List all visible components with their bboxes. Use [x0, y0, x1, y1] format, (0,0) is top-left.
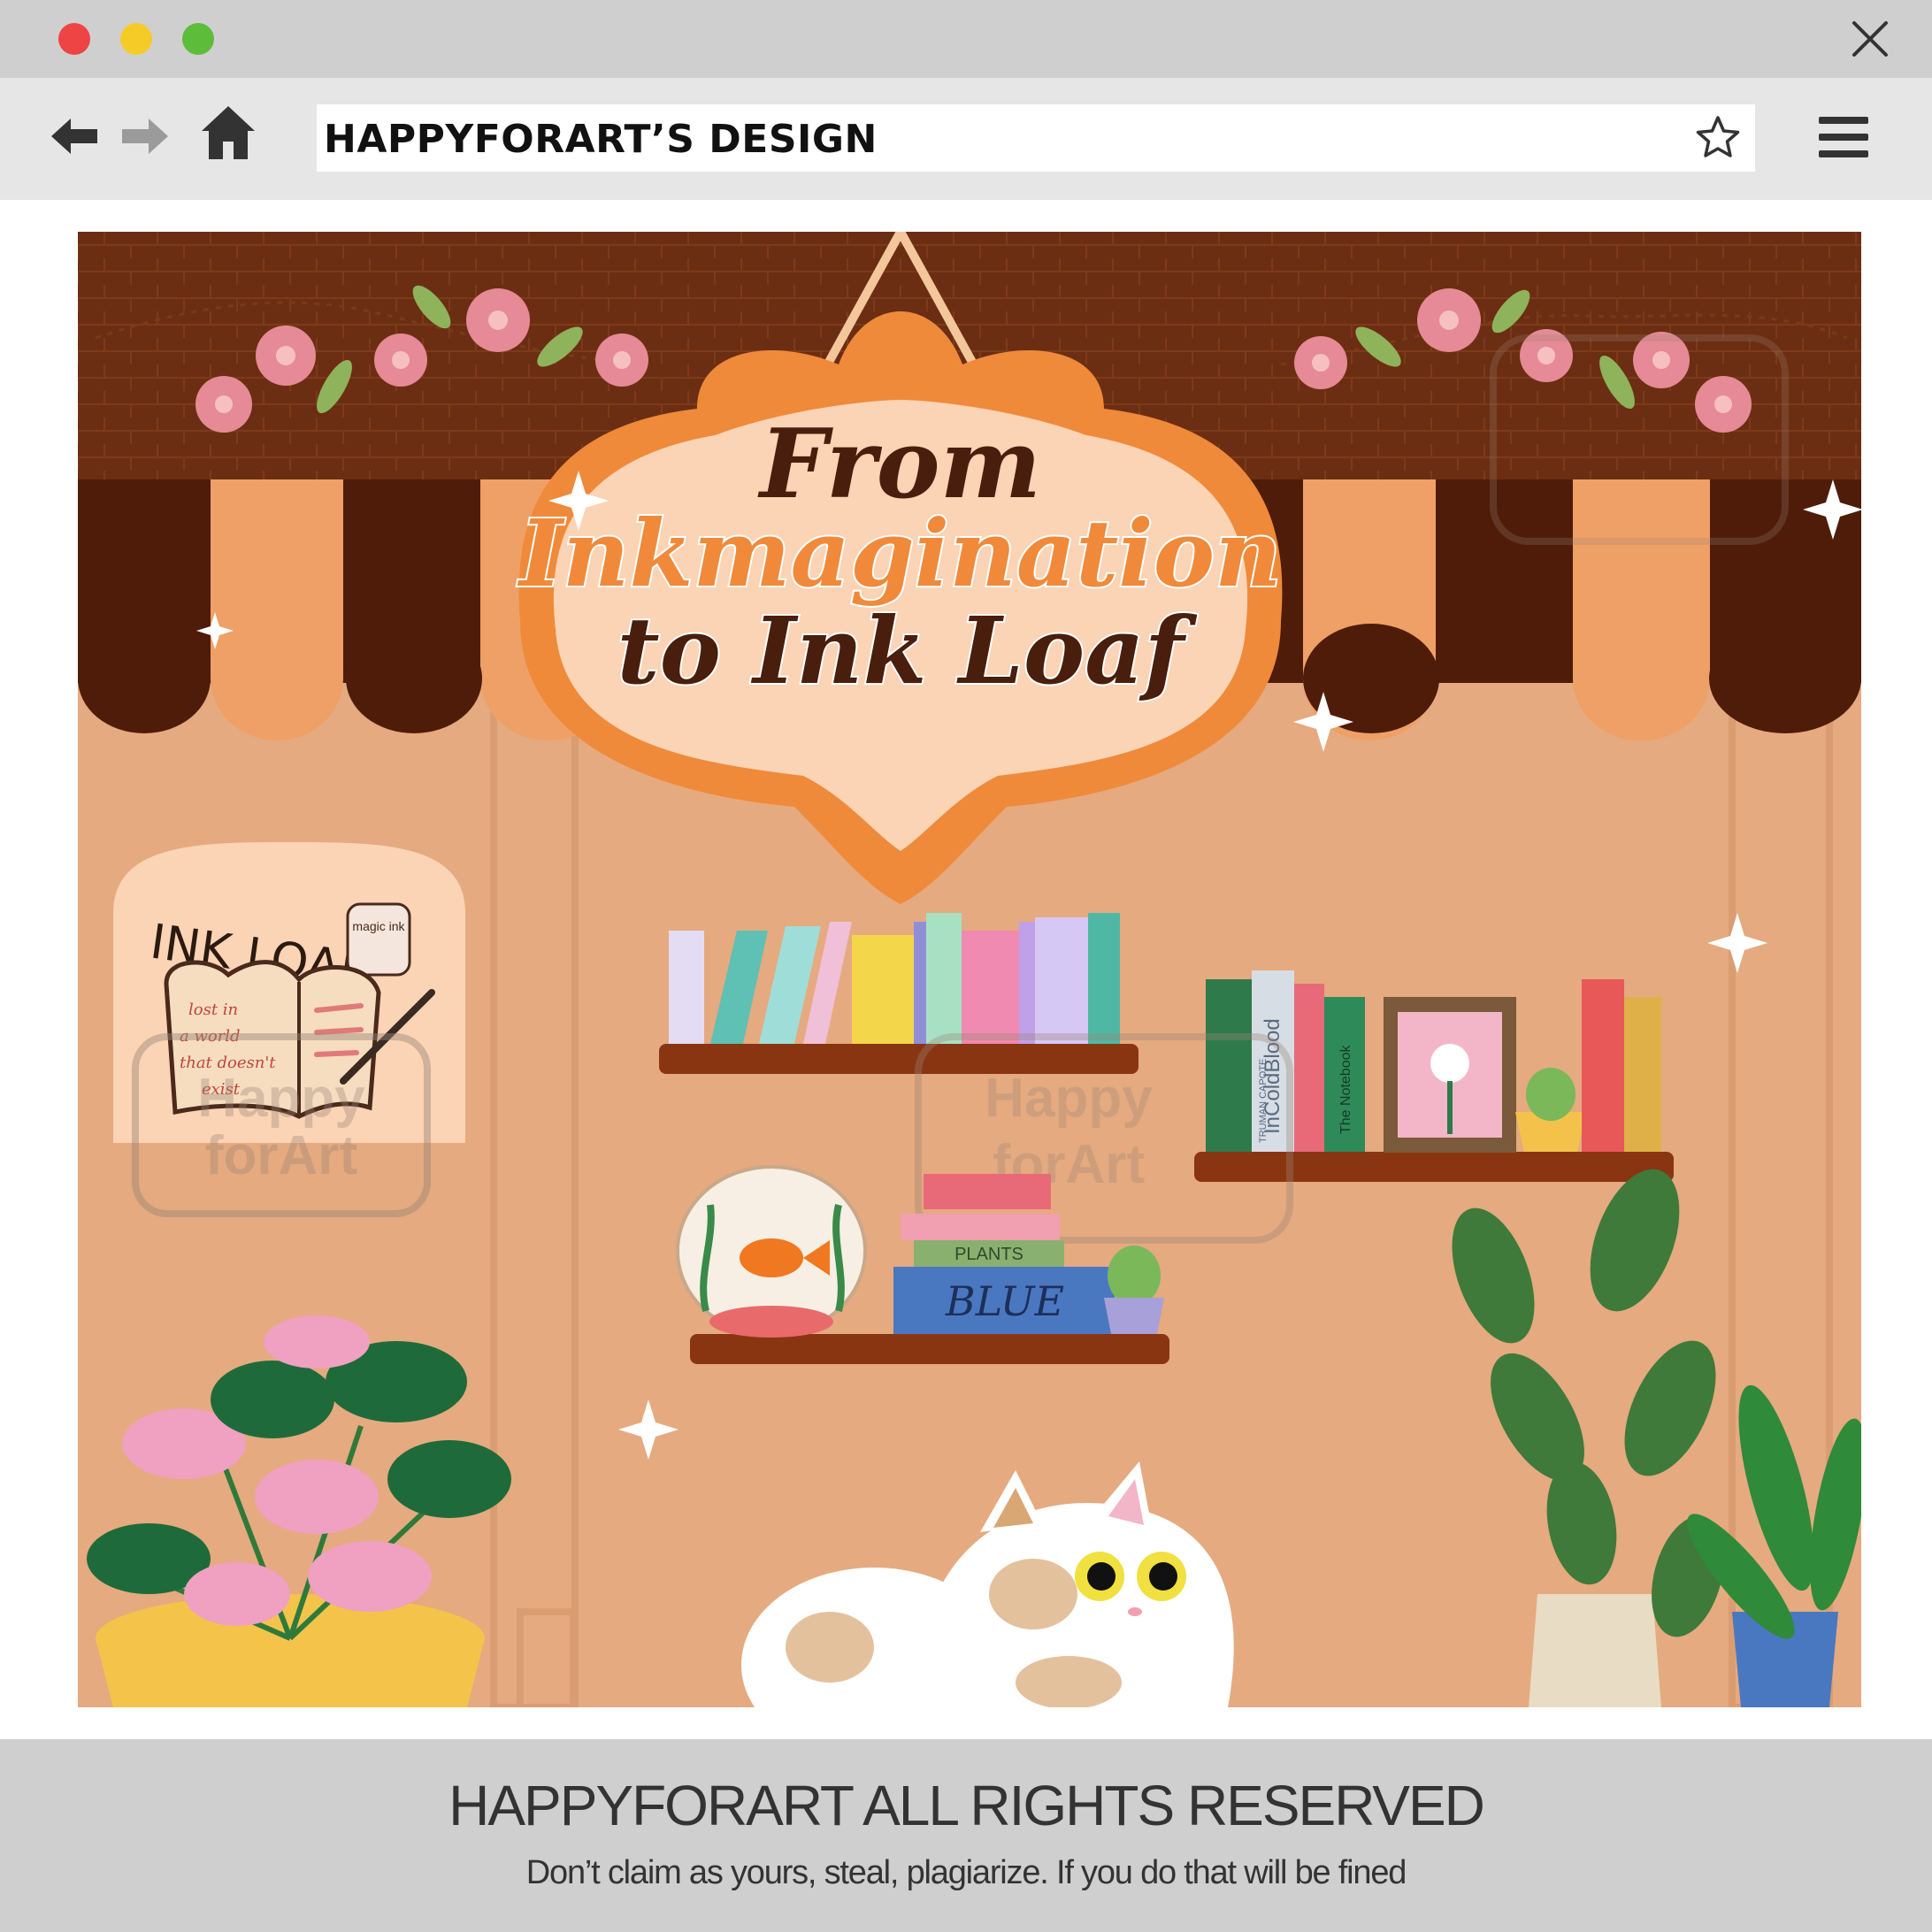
sign-line2: Inkmagination	[517, 499, 1282, 608]
book-spine-notebook: The Notebook	[1338, 1044, 1353, 1134]
hamburger-menu-icon[interactable]	[1817, 113, 1870, 161]
bookshop-illustration: From Inkmagination to Ink Loaf INK LOAF …	[78, 232, 1861, 1707]
back-arrow-icon[interactable]	[48, 108, 101, 165]
minimize-window-dot[interactable]	[120, 23, 152, 55]
footer-title: HAPPYFORART ALL RIGHTS RESERVED	[448, 1774, 1485, 1837]
home-icon[interactable]	[200, 103, 257, 163]
forward-arrow-icon[interactable]	[119, 108, 172, 165]
watermark-happy-center: Happy	[985, 1068, 1153, 1129]
stack-book-blue: BLUE	[945, 1277, 1064, 1325]
maximize-window-dot[interactable]	[182, 23, 214, 55]
flower-frame-icon	[1430, 1044, 1469, 1083]
browser-toolbar: HAPPYFORART’S DESIGN	[0, 78, 1932, 200]
book-spine-truman: TRUMAN CAPOTE	[1258, 1059, 1269, 1143]
poster-page-line1: lost in	[188, 1000, 238, 1019]
jar-label: magic ink	[352, 919, 405, 933]
stack-book-plants: PLANTS	[954, 1245, 1024, 1264]
close-window-dot[interactable]	[58, 23, 90, 55]
footer: HAPPYFORART ALL RIGHTS RESERVED Don’t cl…	[0, 1739, 1932, 1932]
cactus-icon	[1526, 1068, 1576, 1121]
watermark-forart: forArt	[205, 1125, 357, 1186]
address-text: HAPPYFORART’S DESIGN	[324, 117, 878, 162]
window-titlebar	[0, 0, 1932, 78]
fishbowl-icon	[676, 1165, 867, 1338]
page-content: From Inkmagination to Ink Loaf INK LOAF …	[0, 200, 1932, 1739]
address-bar[interactable]: HAPPYFORART’S DESIGN	[317, 104, 1755, 172]
sign-line3: to Ink Loaf	[617, 596, 1198, 705]
footer-subtitle: Don’t claim as yours, steal, plagiarize.…	[525, 1854, 1407, 1891]
watermark-happy: Happy	[197, 1068, 365, 1129]
close-icon[interactable]	[1847, 16, 1893, 62]
star-icon[interactable]	[1693, 113, 1743, 163]
